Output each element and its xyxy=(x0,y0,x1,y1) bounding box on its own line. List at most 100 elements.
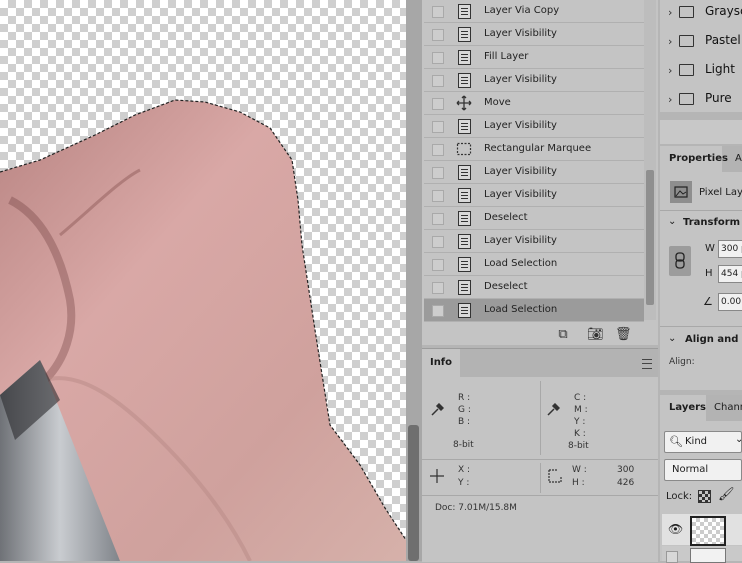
chevron-right-icon[interactable]: › xyxy=(668,6,672,19)
blend-mode-select[interactable]: Normal xyxy=(664,459,742,481)
history-snapshot-checkbox[interactable] xyxy=(432,305,444,317)
history-item-label: Fill Layer xyxy=(484,51,529,62)
history-snapshot-checkbox[interactable] xyxy=(432,167,444,179)
tab-layers[interactable]: Layers xyxy=(660,395,706,421)
tab-info[interactable]: Info xyxy=(422,349,460,377)
tab-adjustments[interactable]: A xyxy=(735,146,742,172)
chevron-right-icon[interactable]: › xyxy=(668,93,672,106)
hand-image xyxy=(0,99,406,561)
history-item[interactable]: Layer Visibility xyxy=(424,115,644,138)
history-item-label: Layer Via Copy xyxy=(484,5,560,16)
blend-mode-value: Normal xyxy=(672,464,709,475)
document-icon xyxy=(456,164,472,180)
canvas-scrollbar[interactable] xyxy=(406,0,422,561)
history-item-label: Layer Visibility xyxy=(484,189,557,200)
swatch-folder[interactable]: › Pastel xyxy=(668,29,742,53)
history-scrollbar-thumb[interactable] xyxy=(646,170,654,305)
tab-channels[interactable]: Chann xyxy=(714,395,742,421)
folder-icon xyxy=(679,64,694,76)
canvas-scrollbar-thumb[interactable] xyxy=(408,425,419,561)
lock-transparency-icon[interactable] xyxy=(698,490,711,503)
new-document-from-state-icon[interactable]: ⧉ xyxy=(555,327,571,343)
history-snapshot-checkbox[interactable] xyxy=(432,98,444,110)
history-snapshot-checkbox[interactable] xyxy=(432,6,444,18)
history-snapshot-checkbox[interactable] xyxy=(432,236,444,248)
history-snapshot-checkbox[interactable] xyxy=(432,259,444,271)
info-rgb-depth: 8-bit xyxy=(453,440,474,450)
info-h-value: 426 xyxy=(617,478,635,488)
document-icon xyxy=(456,26,472,42)
lock-brush-icon[interactable]: 🖌︎ xyxy=(718,487,735,502)
lock-label: Lock: xyxy=(666,491,693,502)
info-cmyk-depth: 8-bit xyxy=(568,441,589,451)
chevron-right-icon[interactable]: › xyxy=(668,64,672,77)
layer-row[interactable] xyxy=(662,546,742,563)
trash-icon[interactable]: 🗑︎ xyxy=(615,327,632,343)
history-item[interactable]: Layer Visibility xyxy=(424,230,644,253)
move-icon xyxy=(456,95,472,111)
eye-icon[interactable]: 👁︎ xyxy=(668,522,683,536)
history-snapshot-checkbox[interactable] xyxy=(432,29,444,41)
transform-section-title[interactable]: Transform xyxy=(683,217,740,228)
info-r-label: R : xyxy=(458,393,471,403)
history-item[interactable]: Load Selection xyxy=(424,299,644,322)
history-item[interactable]: Move xyxy=(424,92,644,115)
align-label: Align: xyxy=(669,357,695,367)
history-item[interactable]: Layer Visibility xyxy=(424,184,644,207)
link-icon[interactable] xyxy=(669,246,691,276)
kind-filter-value: Kind xyxy=(685,436,708,447)
history-item-label: Deselect xyxy=(484,212,528,223)
angle-input[interactable]: 0.00 xyxy=(718,293,742,311)
history-item[interactable]: Load Selection xyxy=(424,253,644,276)
history-snapshot-checkbox[interactable] xyxy=(432,52,444,64)
document-canvas[interactable] xyxy=(0,0,406,561)
history-item[interactable]: Layer Via Copy xyxy=(424,0,644,23)
history-item[interactable]: Deselect xyxy=(424,207,644,230)
chevron-down-icon: ⌄ xyxy=(735,434,742,445)
history-item[interactable]: Fill Layer xyxy=(424,46,644,69)
angle-icon: ∠ xyxy=(703,295,713,308)
history-snapshot-checkbox[interactable] xyxy=(432,213,444,225)
document-icon xyxy=(456,302,472,318)
document-icon xyxy=(456,118,472,134)
info-y-label: Y : xyxy=(574,417,586,427)
width-input[interactable]: 300 p xyxy=(718,240,742,258)
history-snapshot-checkbox[interactable] xyxy=(432,282,444,294)
history-snapshot-checkbox[interactable] xyxy=(432,121,444,133)
history-item[interactable]: Layer Visibility xyxy=(424,69,644,92)
tab-properties[interactable]: Properties xyxy=(660,146,728,172)
layer-row-active[interactable]: 👁︎ xyxy=(662,514,742,546)
history-item[interactable]: Layer Visibility xyxy=(424,161,644,184)
align-section-title[interactable]: Align and D xyxy=(685,334,742,345)
swatch-folder[interactable]: › Pure xyxy=(668,87,742,111)
panel-menu-icon[interactable] xyxy=(642,359,652,369)
info-b-label: B : xyxy=(458,417,471,427)
history-scrollbar[interactable] xyxy=(644,0,656,320)
info-k-label: K : xyxy=(574,429,586,439)
history-item-label: Layer Visibility xyxy=(484,166,557,177)
layer-visibility-box[interactable] xyxy=(666,551,678,563)
swatch-folder-label: Graysc xyxy=(705,4,742,18)
marquee-icon xyxy=(456,141,472,157)
document-icon xyxy=(456,210,472,226)
history-item-label: Load Selection xyxy=(484,258,558,269)
history-item[interactable]: Layer Visibility xyxy=(424,23,644,46)
layer-thumbnail xyxy=(690,516,726,546)
kind-filter-select[interactable]: 🔍︎ Kind ⌄ xyxy=(664,431,742,453)
history-item[interactable]: Deselect xyxy=(424,276,644,299)
eyedropper-icon xyxy=(430,402,445,417)
history-snapshot-checkbox[interactable] xyxy=(432,75,444,87)
crosshair-icon xyxy=(430,469,444,483)
history-item[interactable]: Rectangular Marquee xyxy=(424,138,644,161)
swatch-folder[interactable]: › Light xyxy=(668,58,742,82)
transform-chevron-icon[interactable]: ⌄ xyxy=(668,216,676,227)
history-snapshot-checkbox[interactable] xyxy=(432,190,444,202)
align-chevron-icon[interactable]: ⌄ xyxy=(668,333,676,344)
folder-icon xyxy=(679,93,694,105)
camera-icon[interactable]: 📷︎ xyxy=(587,327,604,343)
swatch-folder[interactable]: › Graysc xyxy=(668,0,742,24)
height-input[interactable]: 454 p xyxy=(718,265,742,283)
chevron-right-icon[interactable]: › xyxy=(668,35,672,48)
eyedropper-cmyk-icon xyxy=(546,402,561,417)
history-snapshot-checkbox[interactable] xyxy=(432,144,444,156)
